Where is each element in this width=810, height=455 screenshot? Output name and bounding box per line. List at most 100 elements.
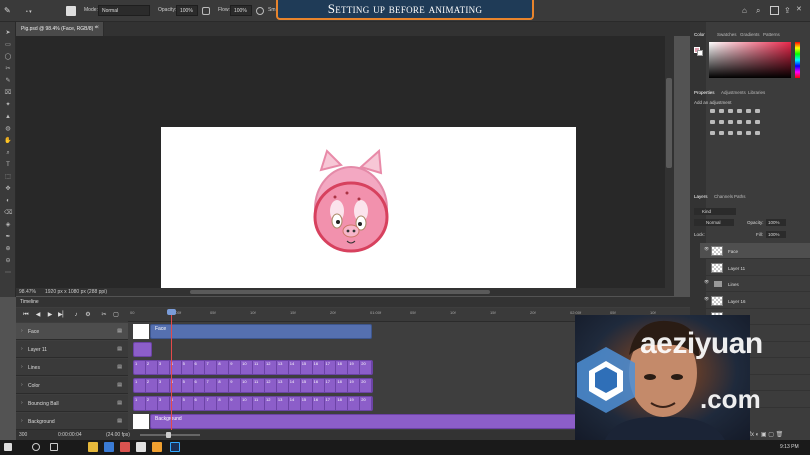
- app-icon[interactable]: [136, 442, 146, 452]
- animation-frame[interactable]: 11: [253, 379, 265, 392]
- layer-row[interactable]: 👁 Face: [700, 243, 810, 259]
- animation-frame[interactable]: 10: [241, 379, 254, 392]
- tool-icon[interactable]: ⬚: [4, 174, 12, 181]
- animation-frame[interactable]: 11: [253, 361, 265, 374]
- animation-frame[interactable]: 18: [336, 361, 349, 374]
- animation-frame[interactable]: 20: [360, 397, 372, 410]
- play-icon[interactable]: ▶: [46, 311, 54, 319]
- animation-frame[interactable]: 7: [205, 397, 218, 410]
- explorer-icon[interactable]: [88, 442, 98, 452]
- animation-frame[interactable]: 20: [360, 361, 372, 374]
- animation-frame[interactable]: 2: [146, 397, 158, 410]
- adjustment-icon[interactable]: [746, 131, 751, 135]
- animation-frame[interactable]: 10: [241, 361, 254, 374]
- panel-tab[interactable]: Swatches: [717, 32, 737, 37]
- animation-frame[interactable]: 16: [313, 361, 325, 374]
- tool-icon[interactable]: ➤: [4, 30, 12, 37]
- animation-frame[interactable]: 19: [348, 361, 361, 374]
- tool-icon[interactable]: ✒: [4, 234, 12, 241]
- tool-icon[interactable]: ◐: [4, 198, 12, 205]
- animation-frame[interactable]: 15: [301, 379, 313, 392]
- animation-frame[interactable]: 6: [194, 379, 206, 392]
- animation-frame[interactable]: 15: [301, 361, 313, 374]
- animation-frame[interactable]: 12: [265, 361, 277, 374]
- settings-icon[interactable]: ⚙: [84, 311, 92, 319]
- app-icon[interactable]: [120, 442, 130, 452]
- tool-icon[interactable]: ⌧: [4, 90, 12, 97]
- animation-frame[interactable]: 8: [217, 397, 230, 410]
- track-menu-icon[interactable]: ▤: [117, 382, 122, 388]
- animation-frame[interactable]: 6: [194, 397, 206, 410]
- timeline-track-header[interactable]: › Bouncing Ball ▤: [16, 395, 128, 412]
- adjustment-icon[interactable]: [737, 109, 742, 113]
- tool-icon[interactable]: ✦: [4, 102, 12, 109]
- timeline-track-header[interactable]: › Color ▤: [16, 377, 128, 394]
- animation-frame[interactable]: 17: [325, 397, 337, 410]
- animation-frame[interactable]: 3: [158, 361, 170, 374]
- background-clip-bar[interactable]: Background: [150, 414, 580, 429]
- animation-frame[interactable]: 13: [277, 397, 289, 410]
- panel-tab[interactable]: Channels: [714, 194, 733, 199]
- adjustment-icon[interactable]: [746, 120, 751, 124]
- visibility-eye-icon[interactable]: 👁: [704, 279, 709, 284]
- animation-frame[interactable]: 16: [313, 379, 325, 392]
- brush-settings-icon[interactable]: [66, 6, 76, 16]
- audio-icon[interactable]: ♪: [72, 311, 80, 319]
- pressure-opacity-icon[interactable]: [202, 7, 210, 15]
- expand-arrow-icon[interactable]: ›: [21, 328, 23, 334]
- panel-tab[interactable]: Layers: [694, 194, 708, 199]
- timeline-track-header[interactable]: › Layer 11 ▤: [16, 341, 128, 358]
- adjustment-icon[interactable]: [728, 109, 733, 113]
- share-icon[interactable]: ⇪: [784, 6, 791, 15]
- horizontal-scroll-thumb[interactable]: [190, 290, 490, 294]
- windows-start-icon[interactable]: [4, 443, 12, 451]
- adjustment-icon[interactable]: [746, 109, 751, 113]
- animation-frame[interactable]: 2: [146, 361, 158, 374]
- layer-row[interactable]: 👁 Layer 16: [700, 293, 810, 309]
- track-menu-icon[interactable]: ▤: [117, 400, 122, 406]
- playhead-handle[interactable]: [167, 309, 176, 315]
- app-icon[interactable]: [152, 442, 162, 452]
- search-taskbar-icon[interactable]: [32, 443, 40, 451]
- panel-tab[interactable]: Patterns: [763, 32, 780, 37]
- window-controls[interactable]: ✕: [796, 5, 802, 13]
- animation-frame[interactable]: 18: [336, 397, 349, 410]
- opacity-field[interactable]: 100%: [176, 5, 198, 16]
- mode-dropdown[interactable]: Normal: [98, 5, 150, 16]
- next-frame-icon[interactable]: ▶▏: [58, 311, 67, 319]
- panel-tab[interactable]: Color: [694, 32, 705, 37]
- expand-arrow-icon[interactable]: ›: [21, 382, 23, 388]
- tool-icon[interactable]: ◈: [4, 222, 12, 229]
- timeline-track-header[interactable]: › Lines ▤: [16, 359, 128, 376]
- app-icon[interactable]: [104, 442, 114, 452]
- taskview-icon[interactable]: [50, 443, 58, 451]
- tool-icon[interactable]: ◯: [4, 54, 12, 61]
- playhead[interactable]: [171, 310, 172, 430]
- animation-frame[interactable]: 7: [205, 379, 218, 392]
- document-tab[interactable]: Pig.psd @ 98.4% (Face, RGB/8) * ×: [16, 22, 104, 36]
- animation-frame[interactable]: 1: [134, 397, 146, 410]
- animation-frame[interactable]: 16: [313, 397, 325, 410]
- visibility-eye-icon[interactable]: 👁: [704, 296, 709, 301]
- prev-frame-icon[interactable]: ◀: [34, 311, 42, 319]
- expand-arrow-icon[interactable]: ›: [21, 346, 23, 352]
- animation-frame[interactable]: 15: [301, 397, 313, 410]
- track-menu-icon[interactable]: ▤: [117, 418, 122, 424]
- animation-frame[interactable]: 2: [146, 379, 158, 392]
- timeline-zoom-knob[interactable]: [166, 432, 171, 438]
- panel-tab[interactable]: Gradients: [740, 32, 760, 37]
- tool-icon[interactable]: ▲: [4, 114, 12, 121]
- animation-frame[interactable]: 5: [182, 379, 194, 392]
- first-frame-icon[interactable]: ⏮: [22, 311, 30, 319]
- layer-filter-kind[interactable]: Kind: [694, 208, 736, 215]
- adjustment-icon[interactable]: [737, 131, 742, 135]
- animation-frame[interactable]: 8: [217, 379, 230, 392]
- face-clip-bar[interactable]: Face: [150, 324, 372, 339]
- animation-frame[interactable]: 17: [325, 379, 337, 392]
- animation-frame[interactable]: 12: [265, 379, 277, 392]
- brush-tool-icon[interactable]: ✎: [4, 6, 14, 16]
- panel-tab[interactable]: Paths: [734, 194, 746, 199]
- tool-icon[interactable]: ⋯: [4, 270, 12, 277]
- home-icon[interactable]: ⌂: [742, 6, 747, 15]
- adjustment-icon[interactable]: [719, 109, 724, 113]
